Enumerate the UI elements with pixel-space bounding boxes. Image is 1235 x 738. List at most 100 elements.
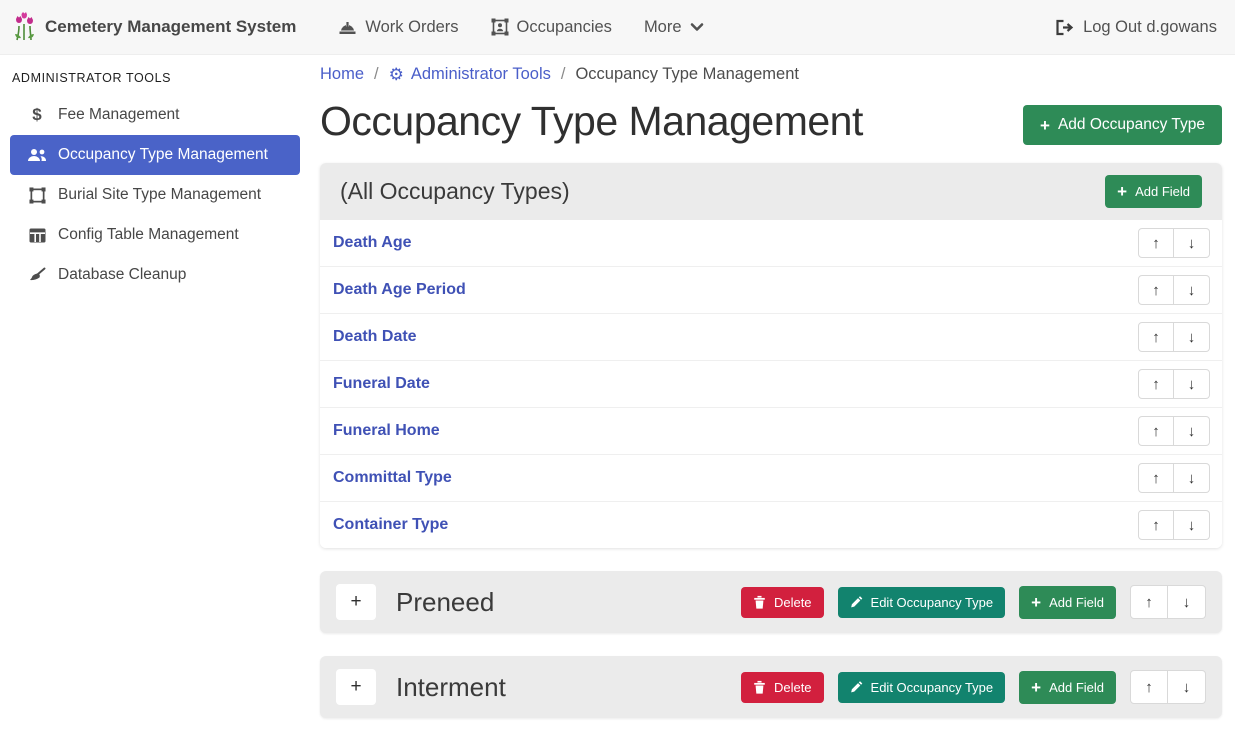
add-occupancy-type-button[interactable]: + Add Occupancy Type (1023, 105, 1222, 145)
up-arrow-icon: ↑ (1152, 282, 1160, 299)
nav-item-more[interactable]: More (632, 10, 716, 45)
move-down-button[interactable]: ↓ (1174, 369, 1210, 399)
breadcrumb-admin-tools-link[interactable]: ⚙ Administrator Tools (389, 65, 551, 84)
plus-icon: + (1040, 117, 1050, 134)
expand-section-button[interactable]: + (336, 584, 376, 620)
plus-icon: + (350, 676, 361, 698)
down-arrow-icon: ↓ (1188, 517, 1196, 534)
sidebar-item-label: Burial Site Type Management (58, 186, 261, 204)
sidebar-item-config-table-management[interactable]: Config Table Management (10, 215, 300, 255)
up-arrow-icon: ↑ (1145, 679, 1153, 696)
delete-button[interactable]: Delete (741, 587, 824, 618)
app-title: Cemetery Management System (45, 17, 296, 37)
table-row: Death Age ↑ ↓ (320, 220, 1222, 267)
move-down-button[interactable]: ↓ (1174, 322, 1210, 352)
move-down-button[interactable]: ↓ (1174, 510, 1210, 540)
reorder-controls: ↑ ↓ (1138, 322, 1210, 352)
move-down-button[interactable]: ↓ (1174, 463, 1210, 493)
sidebar-item-database-cleanup[interactable]: Database Cleanup (10, 255, 300, 295)
field-link-committal-type[interactable]: Committal Type (333, 469, 452, 487)
add-field-button[interactable]: + Add Field (1019, 671, 1116, 704)
move-down-button[interactable]: ↓ (1168, 670, 1206, 704)
chevron-down-icon (690, 22, 704, 32)
move-up-button[interactable]: ↑ (1138, 510, 1174, 540)
field-link-container-type[interactable]: Container Type (333, 516, 448, 534)
breadcrumb-separator: / (374, 65, 379, 84)
up-arrow-icon: ↑ (1152, 329, 1160, 346)
table-row: Death Age Period ↑ ↓ (320, 267, 1222, 314)
page-title: Occupancy Type Management (320, 98, 863, 145)
reorder-controls: ↑ ↓ (1138, 510, 1210, 540)
down-arrow-icon: ↓ (1183, 594, 1191, 611)
reorder-controls: ↑ ↓ (1138, 416, 1210, 446)
occupancy-type-section-preneed: + Preneed Delete (320, 571, 1222, 633)
nav-item-occupancies[interactable]: Occupancies (479, 10, 624, 45)
move-up-button[interactable]: ↑ (1130, 670, 1168, 704)
field-link-funeral-home[interactable]: Funeral Home (333, 422, 440, 440)
down-arrow-icon: ↓ (1188, 282, 1196, 299)
move-down-button[interactable]: ↓ (1174, 228, 1210, 258)
add-field-button[interactable]: + Add Field (1105, 175, 1202, 208)
add-field-button[interactable]: + Add Field (1019, 586, 1116, 619)
table-row: Container Type ↑ ↓ (320, 502, 1222, 548)
down-arrow-icon: ↓ (1188, 329, 1196, 346)
nav-item-work-orders[interactable]: Work Orders (326, 10, 470, 45)
reorder-controls: ↑ ↓ (1138, 275, 1210, 305)
field-link-death-date[interactable]: Death Date (333, 328, 417, 346)
expand-section-button[interactable]: + (336, 669, 376, 705)
users-icon (24, 148, 50, 163)
field-link-death-age-period[interactable]: Death Age Period (333, 281, 466, 299)
table-row: Funeral Date ↑ ↓ (320, 361, 1222, 408)
move-up-button[interactable]: ↑ (1138, 275, 1174, 305)
field-link-funeral-date[interactable]: Funeral Date (333, 375, 430, 393)
breadcrumb-separator: / (561, 65, 566, 84)
down-arrow-icon: ↓ (1188, 376, 1196, 393)
dollar-icon: $ (24, 105, 50, 125)
main-content: Home / ⚙ Administrator Tools / Occupancy… (310, 55, 1235, 738)
down-arrow-icon: ↓ (1188, 235, 1196, 252)
move-up-button[interactable]: ↑ (1138, 322, 1174, 352)
reorder-controls: ↑ ↓ (1138, 463, 1210, 493)
reorder-controls: ↑ ↓ (1130, 670, 1206, 704)
delete-button[interactable]: Delete (741, 672, 824, 703)
breadcrumb-home-link[interactable]: Home (320, 65, 364, 84)
navbar-menu: Work Orders Occupancies More (326, 10, 715, 45)
nav-label: More (644, 18, 682, 37)
move-up-button[interactable]: ↑ (1138, 369, 1174, 399)
plus-icon: + (1031, 679, 1041, 696)
move-down-button[interactable]: ↓ (1174, 416, 1210, 446)
move-up-button[interactable]: ↑ (1138, 228, 1174, 258)
section-title: Preneed (396, 587, 494, 618)
section-actions: Delete Edit Occupancy Type + Add Field (741, 585, 1206, 619)
move-up-button[interactable]: ↑ (1138, 416, 1174, 446)
up-arrow-icon: ↑ (1152, 376, 1160, 393)
plus-icon: + (350, 591, 361, 613)
trash-icon (753, 680, 766, 694)
card-header: (All Occupancy Types) + Add Field (320, 163, 1222, 220)
reorder-controls: ↑ ↓ (1138, 228, 1210, 258)
up-arrow-icon: ↑ (1152, 235, 1160, 252)
admin-sidebar: Administrator Tools $ Fee Management Occ… (0, 55, 310, 738)
edit-occupancy-type-button[interactable]: Edit Occupancy Type (838, 587, 1006, 618)
move-down-button[interactable]: ↓ (1168, 585, 1206, 619)
vector-square-icon (24, 187, 50, 204)
edit-occupancy-type-button[interactable]: Edit Occupancy Type (838, 672, 1006, 703)
logout-button[interactable]: Log Out d.gowans (1055, 18, 1217, 37)
sidebar-item-label: Config Table Management (58, 226, 239, 244)
app-brand[interactable]: Cemetery Management System (12, 12, 296, 42)
move-down-button[interactable]: ↓ (1174, 275, 1210, 305)
occupancy-frame-icon (491, 18, 509, 36)
field-link-death-age[interactable]: Death Age (333, 234, 412, 252)
move-up-button[interactable]: ↑ (1138, 463, 1174, 493)
breadcrumb-admin-tools-label: Administrator Tools (411, 65, 551, 84)
top-navbar: Cemetery Management System Work Orders (0, 0, 1235, 55)
table-row: Committal Type ↑ ↓ (320, 455, 1222, 502)
up-arrow-icon: ↑ (1152, 423, 1160, 440)
move-up-button[interactable]: ↑ (1130, 585, 1168, 619)
sidebar-item-occupancy-type-management[interactable]: Occupancy Type Management (10, 135, 300, 175)
broom-icon (24, 267, 50, 283)
pencil-icon (850, 680, 863, 694)
sidebar-item-label: Database Cleanup (58, 266, 186, 284)
sidebar-item-fee-management[interactable]: $ Fee Management (10, 95, 300, 135)
sidebar-item-burial-site-type-management[interactable]: Burial Site Type Management (10, 175, 300, 215)
